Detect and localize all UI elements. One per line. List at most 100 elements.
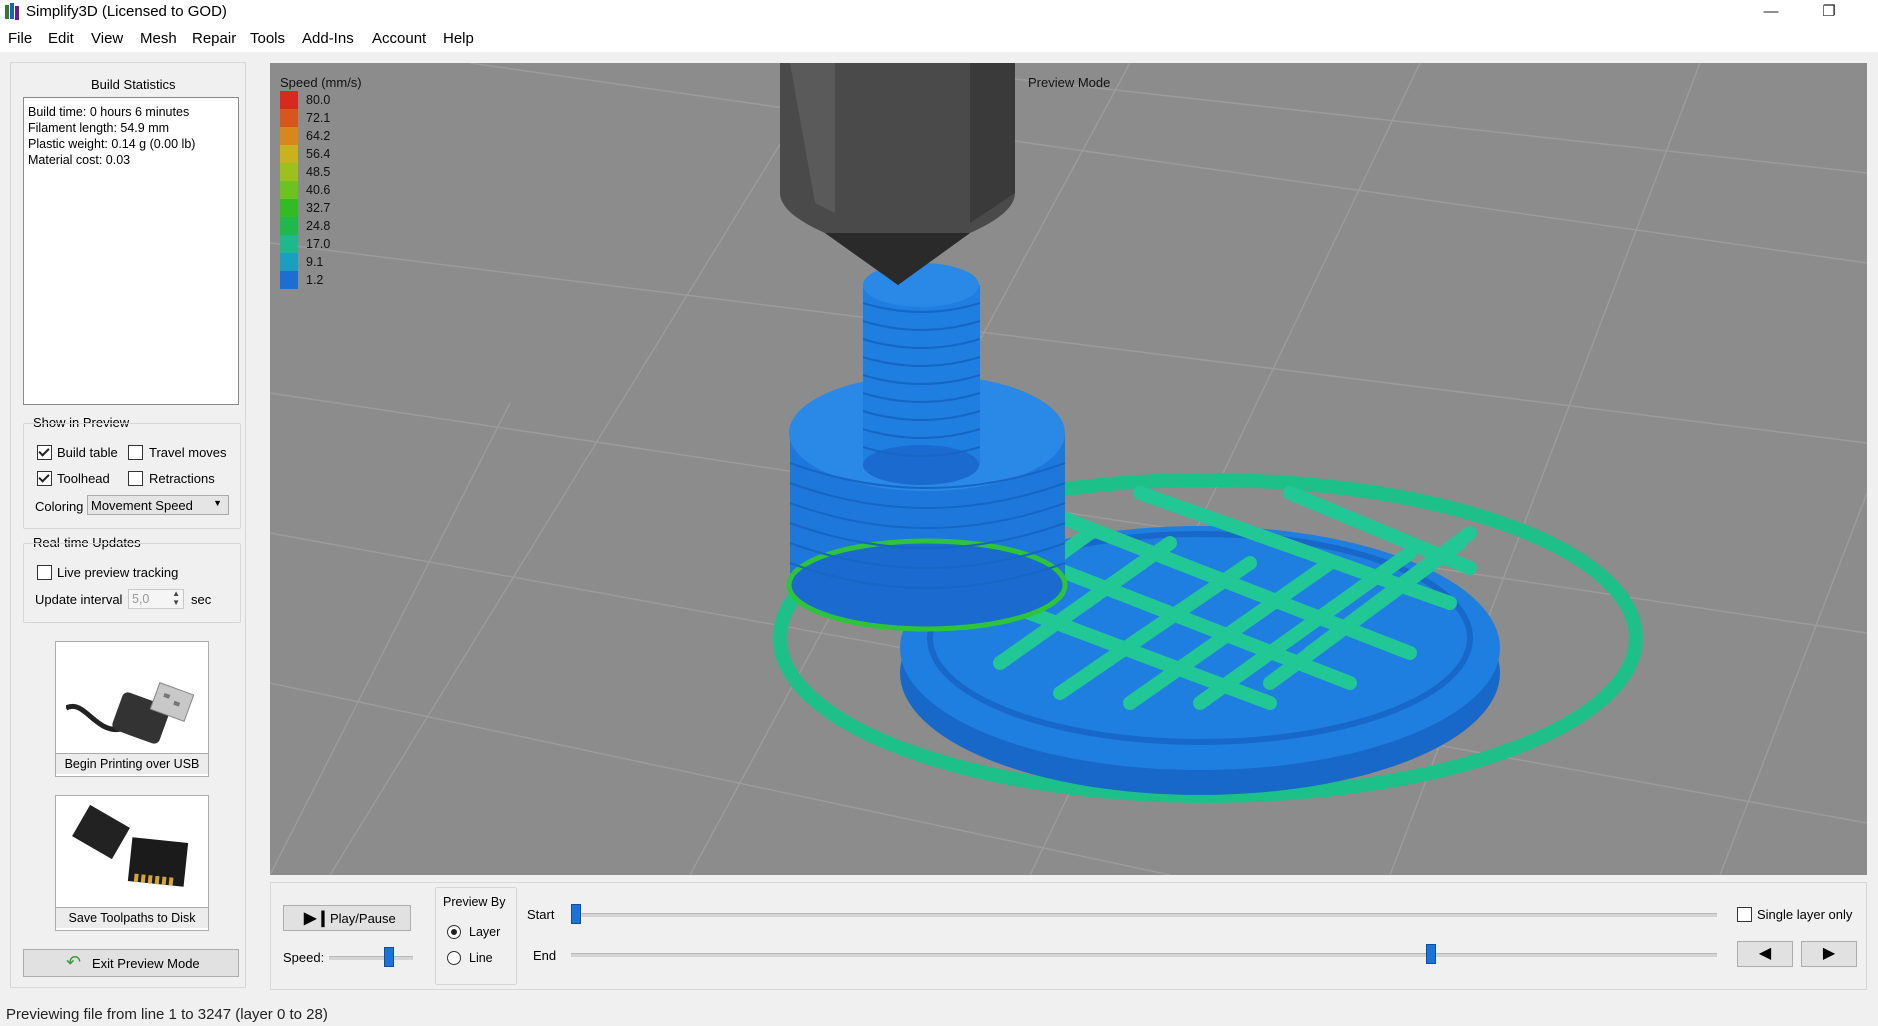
play-pause-icon: ▶❙ — [304, 910, 330, 927]
start-label: Start — [527, 907, 555, 922]
legend-swatch — [280, 271, 298, 289]
spin-down-icon[interactable]: ▼ — [172, 598, 180, 607]
preview-by-line-radio[interactable] — [447, 951, 461, 965]
legend-value: 32.7 — [306, 201, 331, 215]
menu-mesh[interactable]: Mesh — [140, 30, 177, 47]
legend-value: 56.4 — [306, 147, 331, 161]
preview-by-layer-label: Layer — [469, 925, 501, 939]
exit-preview-button[interactable]: ↶ Exit Preview Mode — [23, 949, 239, 977]
save-toolpaths-label: Save Toolpaths to Disk — [56, 907, 208, 928]
legend-swatch — [280, 127, 298, 145]
triangle-left-icon: ◀ — [1758, 945, 1772, 962]
update-interval-label: Update interval — [35, 592, 123, 607]
playback-controls: ▶❙ Play/Pause Speed: Preview By Layer Li… — [270, 882, 1867, 990]
coloring-select-value: Movement Speed — [91, 498, 193, 513]
preview-by-line-label: Line — [469, 951, 493, 965]
build-table-label: Build table — [57, 445, 118, 460]
start-slider-thumb[interactable] — [571, 904, 581, 924]
spin-up-icon[interactable]: ▲ — [172, 589, 180, 598]
travel-moves-label: Travel moves — [149, 445, 227, 460]
menu-tools[interactable]: Tools — [250, 30, 285, 47]
legend-swatch — [280, 217, 298, 235]
update-interval-spinner[interactable]: 5,0 ▲ ▼ — [128, 589, 184, 609]
toolhead-checkbox[interactable] — [37, 471, 52, 486]
menu-account[interactable]: Account — [372, 30, 426, 47]
menu-file[interactable]: File — [8, 30, 32, 47]
legend-swatch — [280, 109, 298, 127]
legend-title: Speed (mm/s) — [280, 75, 362, 90]
legend-value: 48.5 — [306, 165, 331, 179]
title-bar: Simplify3D (Licensed to GOD) — ❐ — [0, 0, 1878, 26]
update-interval-value: 5,0 — [132, 592, 150, 606]
menu-bar: File Edit View Mesh Repair Tools Add-Ins… — [0, 26, 1878, 52]
legend-value: 24.8 — [306, 219, 331, 233]
preview-by-title: Preview By — [443, 895, 506, 909]
stat-plastic-weight: Plastic weight: 0.14 g (0.00 lb) — [28, 137, 196, 151]
single-layer-checkbox[interactable] — [1737, 907, 1752, 922]
realtime-group — [23, 543, 241, 623]
legend-value: 72.1 — [306, 111, 331, 125]
legend-swatch — [280, 181, 298, 199]
live-tracking-label: Live preview tracking — [57, 565, 179, 580]
back-arrow-icon: ↶ — [66, 952, 82, 972]
menu-view[interactable]: View — [91, 30, 123, 47]
preview-by-layer-radio[interactable] — [447, 925, 461, 939]
toolhead-label: Toolhead — [57, 471, 110, 486]
travel-moves-checkbox[interactable] — [128, 445, 143, 460]
end-slider-thumb[interactable] — [1425, 944, 1436, 964]
legend-swatch — [280, 163, 298, 181]
coloring-label: Coloring — [35, 499, 84, 514]
save-toolpaths-button[interactable]: Save Toolpaths to Disk — [55, 795, 209, 931]
speed-label: Speed: — [283, 950, 325, 965]
legend-value: 17.0 — [306, 237, 331, 251]
retractions-checkbox[interactable] — [128, 471, 143, 486]
restore-button[interactable]: ❐ — [1806, 0, 1852, 26]
stat-build-time: Build time: 0 hours 6 minutes — [28, 105, 190, 119]
menu-repair[interactable]: Repair — [192, 30, 236, 47]
legend-value: 1.2 — [306, 273, 324, 287]
speed-slider-thumb[interactable] — [384, 947, 395, 967]
end-slider-track[interactable] — [571, 953, 1717, 957]
legend-value: 9.1 — [306, 255, 324, 269]
coloring-select[interactable]: Movement Speed ▼ — [87, 495, 229, 515]
menu-edit[interactable]: Edit — [48, 30, 74, 47]
stat-material-cost: Material cost: 0.03 — [28, 153, 131, 167]
live-tracking-checkbox[interactable] — [37, 565, 52, 580]
begin-printing-usb-button[interactable]: Begin Printing over USB — [55, 641, 209, 777]
prev-layer-button[interactable]: ◀ — [1737, 941, 1793, 967]
sd-card-icon — [72, 804, 189, 887]
retractions-label: Retractions — [149, 471, 215, 486]
legend-swatch — [280, 235, 298, 253]
build-stats-box: Build time: 0 hours 6 minutes Filament l… — [23, 97, 239, 405]
toolpath-render — [270, 63, 1867, 875]
next-layer-button[interactable]: ▶ — [1801, 941, 1857, 967]
end-label: End — [533, 948, 557, 963]
legend-swatch — [280, 91, 298, 109]
legend-value: 40.6 — [306, 183, 331, 197]
preview-viewport[interactable]: Speed (mm/s) 80.0 72.1 64.2 56.4 48.5 40.6 32.… — [270, 63, 1867, 875]
menu-add-ins[interactable]: Add-Ins — [302, 30, 354, 47]
exit-preview-label: Exit Preview Mode — [92, 956, 200, 971]
status-bar: Previewing file from line 1 to 3247 (lay… — [0, 1002, 1878, 1026]
start-slider-track[interactable] — [571, 913, 1717, 917]
window-title: Simplify3D (Licensed to GOD) — [26, 3, 227, 20]
play-pause-button[interactable]: ▶❙ Play/Pause — [283, 905, 411, 931]
status-text: Previewing file from line 1 to 3247 (lay… — [6, 1006, 328, 1023]
legend-swatch — [280, 145, 298, 163]
preview-mode-label: Preview Mode — [1028, 75, 1111, 90]
left-panel: Build Statistics Build time: 0 hours 6 m… — [10, 62, 246, 988]
stat-filament-length: Filament length: 54.9 mm — [28, 121, 170, 135]
begin-printing-usb-label: Begin Printing over USB — [56, 753, 208, 774]
build-stats-title: Build Statistics — [91, 77, 176, 92]
speed-slider-track[interactable] — [329, 956, 413, 960]
play-pause-label: Play/Pause — [330, 911, 396, 926]
build-table-checkbox[interactable] — [37, 445, 52, 460]
legend-swatch — [280, 253, 298, 271]
chevron-down-icon: ▼ — [213, 498, 222, 508]
legend-value: 80.0 — [306, 93, 331, 107]
menu-help[interactable]: Help — [443, 30, 474, 47]
minimize-button[interactable]: — — [1748, 0, 1794, 26]
legend-swatch — [280, 199, 298, 217]
app-icon — [5, 3, 19, 20]
triangle-right-icon: ▶ — [1822, 945, 1836, 962]
